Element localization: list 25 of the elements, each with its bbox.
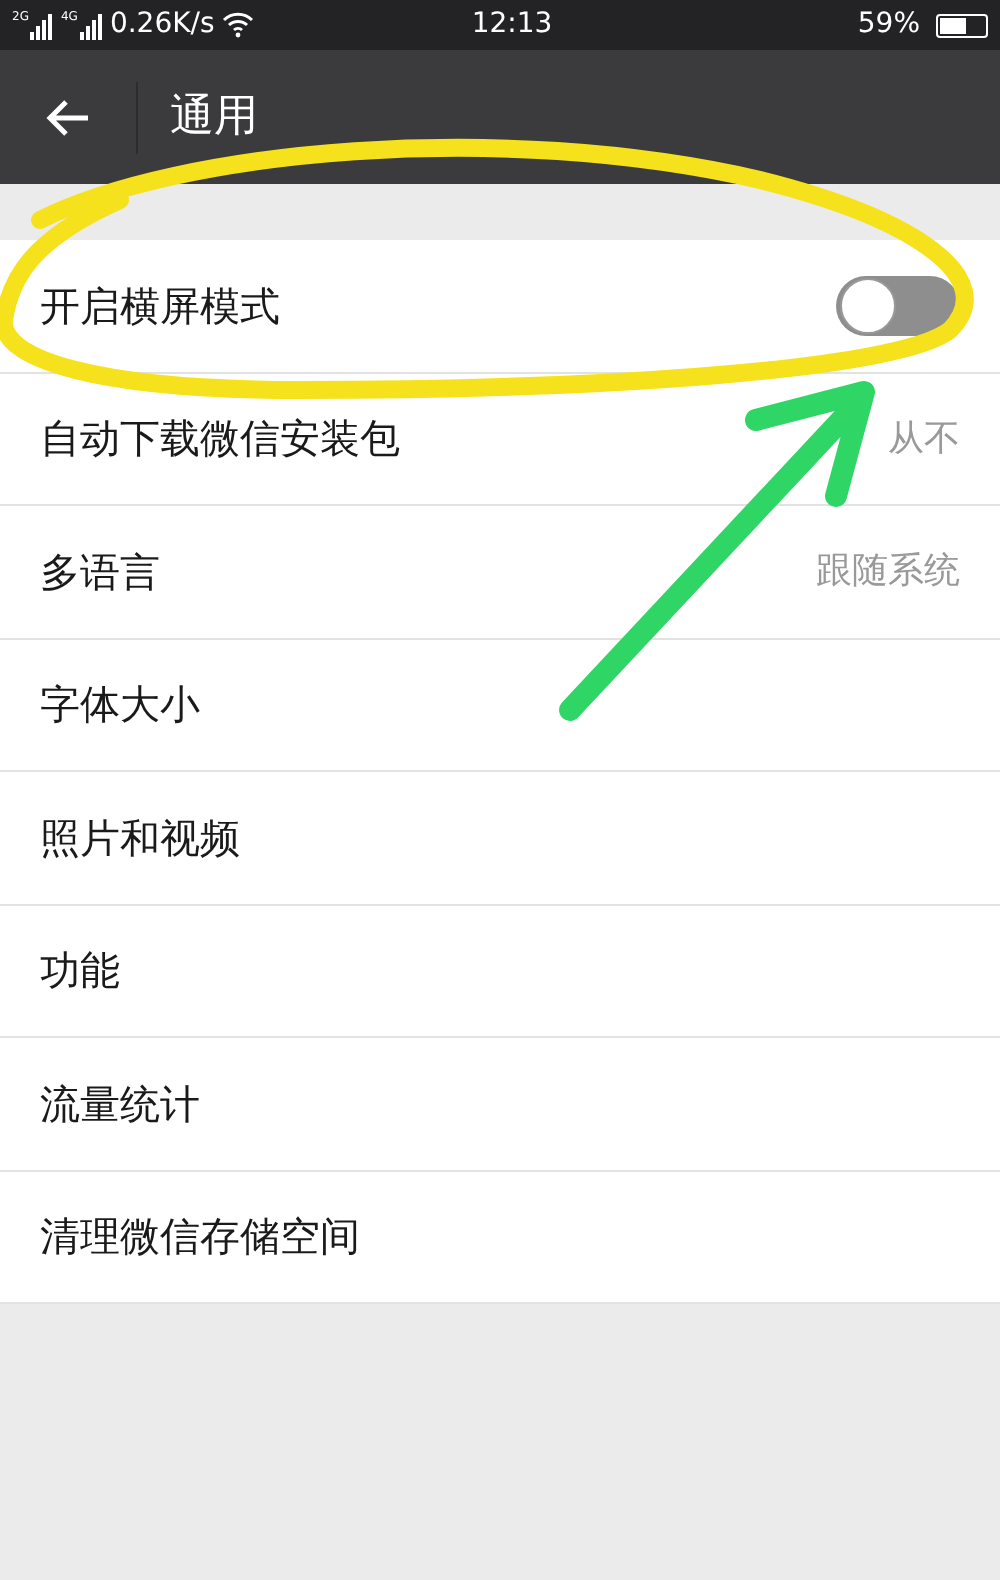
row-value: 从不 xyxy=(888,415,960,464)
row-label: 清理微信存储空间 xyxy=(40,1210,360,1265)
toggle-switch[interactable] xyxy=(836,275,960,336)
wifi-icon xyxy=(222,12,255,38)
page-title: 通用 xyxy=(168,90,258,146)
back-arrow-icon xyxy=(44,97,92,137)
battery-icon xyxy=(936,13,988,37)
settings-row[interactable]: 字体大小 xyxy=(0,639,1000,772)
row-label: 功能 xyxy=(40,944,120,999)
row-value: 跟随系统 xyxy=(816,548,960,597)
network-speed: 0.26K/s xyxy=(109,6,215,44)
settings-row[interactable]: 功能 xyxy=(0,905,1000,1038)
settings-row[interactable]: 清理微信存储空间 xyxy=(0,1171,1000,1304)
settings-row[interactable]: 照片和视频 xyxy=(0,772,1000,905)
settings-row[interactable]: 开启横屏模式 xyxy=(0,240,1000,373)
battery-percent: 59% xyxy=(857,6,920,44)
row-label: 照片和视频 xyxy=(40,811,240,866)
row-label: 开启横屏模式 xyxy=(40,279,280,334)
row-label: 自动下载微信安装包 xyxy=(40,412,400,467)
row-label: 多语言 xyxy=(40,545,160,600)
row-label: 流量统计 xyxy=(40,1077,200,1132)
settings-row[interactable]: 流量统计 xyxy=(0,1038,1000,1171)
row-label: 字体大小 xyxy=(40,678,200,733)
clock: 12:13 xyxy=(469,6,555,44)
settings-row[interactable]: 多语言 跟随系统 xyxy=(0,506,1000,639)
